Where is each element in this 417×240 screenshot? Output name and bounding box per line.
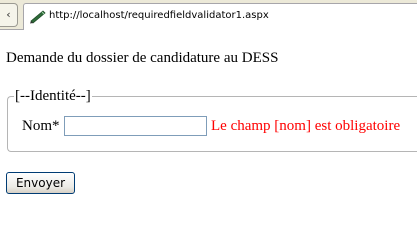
browser-tab-strip: ‹ http://localhost/requiredfieldvalidato… <box>0 0 417 30</box>
page-title: Demande du dossier de candidature au DES… <box>6 50 279 66</box>
submit-button[interactable]: Envoyer <box>6 172 75 194</box>
fieldset-legend: [--Identité--] <box>14 88 92 105</box>
page-pen-icon <box>29 8 47 24</box>
name-input[interactable] <box>64 116 207 136</box>
name-label: Nom* <box>22 118 60 134</box>
tab-scroll-left-button[interactable]: ‹ <box>0 3 18 27</box>
name-required-error: Le champ [nom] est obligatoire <box>211 118 401 134</box>
browser-tab[interactable]: http://localhost/requiredfieldvalidator1… <box>23 3 417 30</box>
browser-tab-title: http://localhost/requiredfieldvalidator1… <box>49 10 269 21</box>
